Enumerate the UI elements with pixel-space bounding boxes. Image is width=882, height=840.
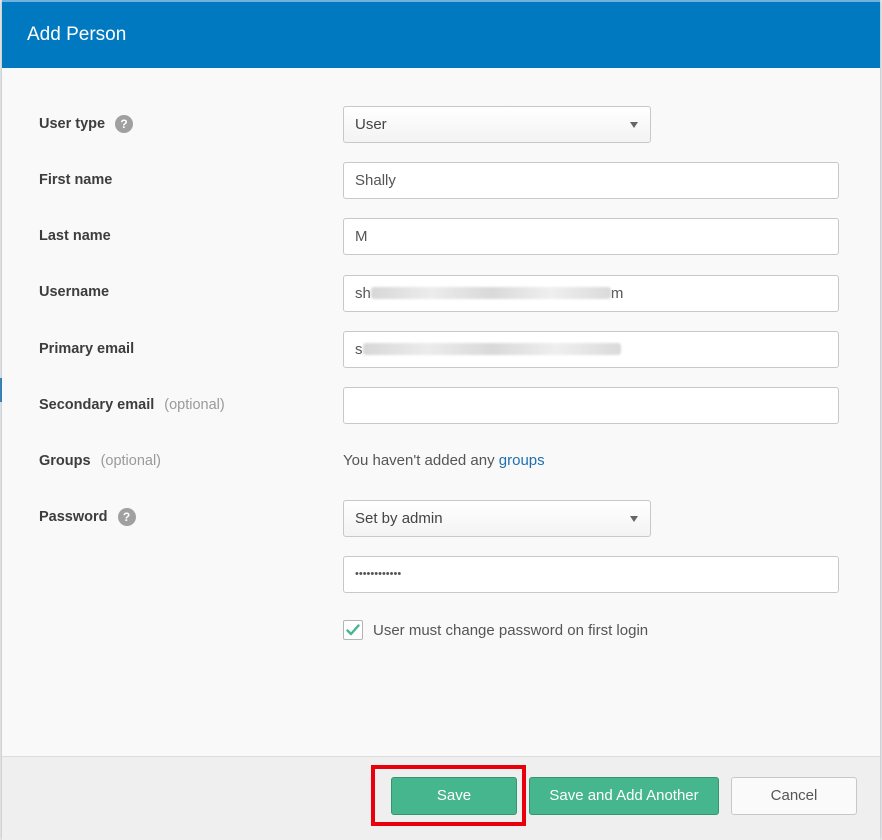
password-label: Password ? <box>39 507 136 527</box>
password-input[interactable]: •••••••••••• <box>343 556 839 593</box>
help-icon[interactable]: ? <box>115 115 134 133</box>
must-change-password-label: User must change password on first login <box>373 622 649 639</box>
redacted-text <box>362 343 621 356</box>
cancel-button[interactable]: Cancel <box>731 777 857 815</box>
modal-header: Add Person <box>2 0 880 68</box>
checkmark-icon <box>346 624 360 636</box>
optional-hint: (optional) <box>100 453 162 469</box>
username-label: Username <box>39 284 110 300</box>
groups-link[interactable]: groups <box>499 452 545 469</box>
caret-down-icon <box>630 122 638 128</box>
primary-email-visible-start: s <box>355 341 363 358</box>
groups-label: Groups (optional) <box>39 453 162 469</box>
optional-hint: (optional) <box>164 397 225 413</box>
caret-down-icon <box>630 516 638 522</box>
first-name-input[interactable]: Shally <box>343 162 839 199</box>
user-type-label: User type ? <box>39 114 134 134</box>
highlight-annotation <box>371 765 526 826</box>
save-and-add-another-button[interactable]: Save and Add Another <box>529 777 719 815</box>
groups-empty-text: You haven't added any groups <box>343 452 545 469</box>
user-type-select[interactable]: User <box>343 106 651 143</box>
primary-email-input[interactable]: s <box>343 331 839 368</box>
username-visible-start: sh <box>355 285 371 302</box>
username-input[interactable]: sh m <box>343 275 839 312</box>
help-icon[interactable]: ? <box>117 508 136 526</box>
primary-email-label: Primary email <box>39 341 135 357</box>
must-change-password-checkbox[interactable] <box>343 620 363 640</box>
first-name-label: First name <box>39 172 113 188</box>
add-person-modal: Add Person User type ? User First name S… <box>2 0 880 840</box>
redacted-text <box>370 287 611 300</box>
secondary-email-label: Secondary email (optional) <box>39 397 225 413</box>
last-name-input[interactable]: M <box>343 218 839 255</box>
secondary-email-input[interactable] <box>343 387 839 424</box>
password-mode-select[interactable]: Set by admin <box>343 500 651 537</box>
username-visible-end: m <box>610 285 624 302</box>
modal-title: Add Person <box>27 24 127 45</box>
last-name-label: Last name <box>39 228 111 244</box>
